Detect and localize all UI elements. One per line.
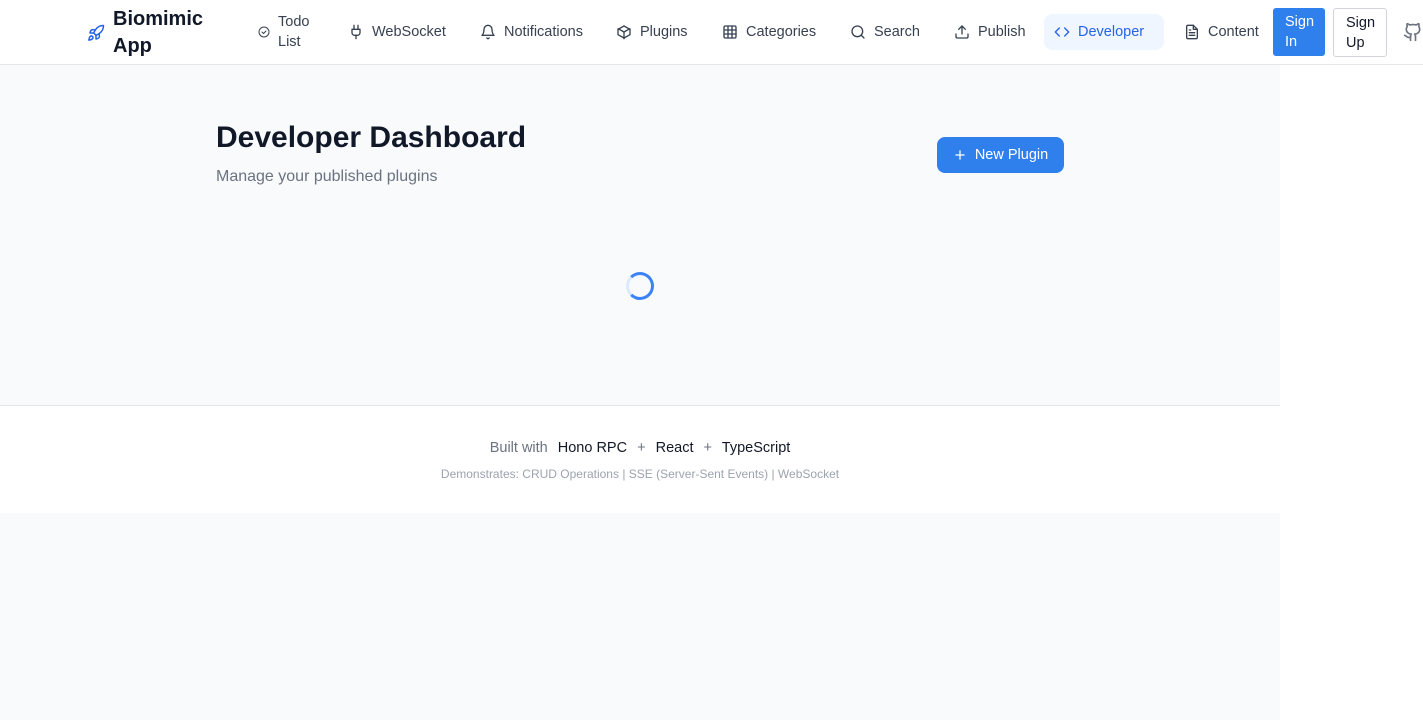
demonstrates-line: Demonstrates: CRUD Operations | SSE (Ser… [440, 467, 840, 481]
sign-in-button[interactable]: Sign In [1273, 8, 1325, 56]
footer: Built with Hono RPC + React + TypeScript… [0, 405, 1280, 513]
nav-content-label: Content [1208, 24, 1259, 40]
built-with-label: Built with [489, 440, 548, 456]
bell-icon [481, 24, 495, 40]
top-navigation-bar: Biomimic App Todo List WebSocket Notific… [0, 0, 1423, 65]
plus-separator: + [703, 440, 712, 456]
plus-icon [955, 150, 965, 160]
nav-developer[interactable]: Developer [1044, 14, 1164, 50]
nav-search[interactable]: Search [840, 14, 930, 50]
nav-plugins-label: Plugins [640, 24, 688, 40]
nav-search-label: Search [874, 24, 920, 40]
upload-icon [955, 25, 969, 39]
nav-notifications[interactable]: Notifications [470, 14, 593, 50]
rocket-icon [87, 24, 105, 42]
brand[interactable]: Biomimic App [87, 6, 223, 60]
plug-icon [351, 24, 361, 40]
code-icon [1054, 27, 1070, 37]
page-background [0, 513, 1280, 720]
nav-plugins[interactable]: Plugins [606, 14, 698, 50]
check-circle-icon [258, 26, 270, 38]
github-icon[interactable] [1403, 22, 1423, 42]
tech-react: React [655, 440, 694, 456]
nav-websocket[interactable]: WebSocket [338, 14, 456, 50]
nav-categories[interactable]: Categories [712, 14, 826, 50]
nav-websocket-label: WebSocket [372, 24, 446, 40]
plus-separator: + [637, 440, 646, 456]
tech-hono-rpc: Hono RPC [557, 440, 628, 456]
search-icon [851, 25, 865, 39]
main-content: Developer Dashboard Manage your publishe… [0, 65, 1280, 405]
grid-icon [723, 25, 737, 39]
nav-publish-label: Publish [978, 24, 1026, 40]
page-subtitle: Manage your published plugins [216, 168, 438, 185]
built-with-line: Built with Hono RPC + React + TypeScript [0, 440, 1280, 456]
sign-up-button[interactable]: Sign Up [1333, 8, 1387, 57]
nav-developer-label: Developer [1078, 24, 1145, 40]
app-name: Biomimic App [113, 8, 204, 57]
nav-categories-label: Categories [746, 24, 817, 40]
nav-publish[interactable]: Publish [944, 14, 1036, 50]
nav-todo-list[interactable]: Todo List [248, 10, 328, 54]
file-text-icon [1186, 24, 1198, 40]
new-plugin-label: New Plugin [974, 147, 1049, 163]
package-icon [617, 25, 631, 40]
nav-content[interactable]: Content [1174, 14, 1269, 50]
new-plugin-button[interactable]: New Plugin [937, 137, 1064, 173]
loading-spinner-icon [626, 272, 654, 300]
nav-notifications-label: Notifications [504, 24, 583, 40]
nav-todo-label: Todo List [278, 14, 310, 50]
tech-typescript: TypeScript [721, 440, 791, 456]
page-title: Developer Dashboard [216, 121, 527, 154]
